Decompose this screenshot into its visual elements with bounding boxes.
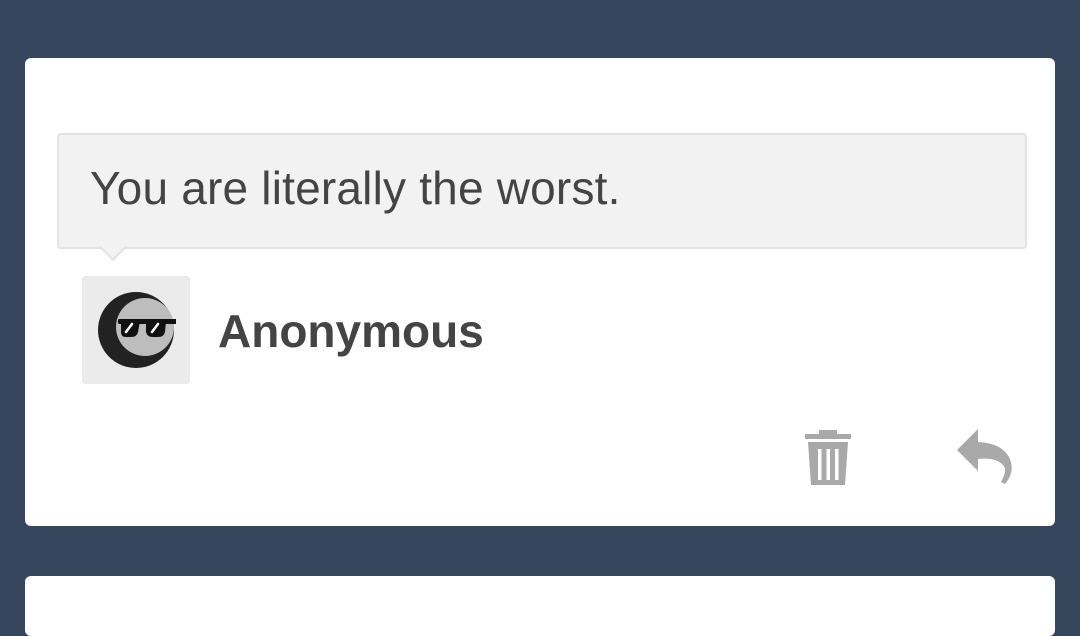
reply-button[interactable] xyxy=(950,423,1014,487)
question-bubble: You are literally the worst. xyxy=(57,133,1027,262)
ask-card: You are literally the worst. Anonymous xyxy=(25,58,1055,526)
avatar[interactable] xyxy=(82,276,190,384)
anonymous-sunglasses-icon xyxy=(98,292,176,368)
author-name[interactable]: Anonymous xyxy=(218,304,484,358)
question-text: You are literally the worst. xyxy=(90,162,621,214)
delete-button[interactable] xyxy=(796,423,860,487)
reply-arrow-icon xyxy=(957,429,1012,484)
next-post-card xyxy=(25,576,1055,636)
bubble-tail xyxy=(98,232,128,262)
trash-icon xyxy=(805,430,851,485)
